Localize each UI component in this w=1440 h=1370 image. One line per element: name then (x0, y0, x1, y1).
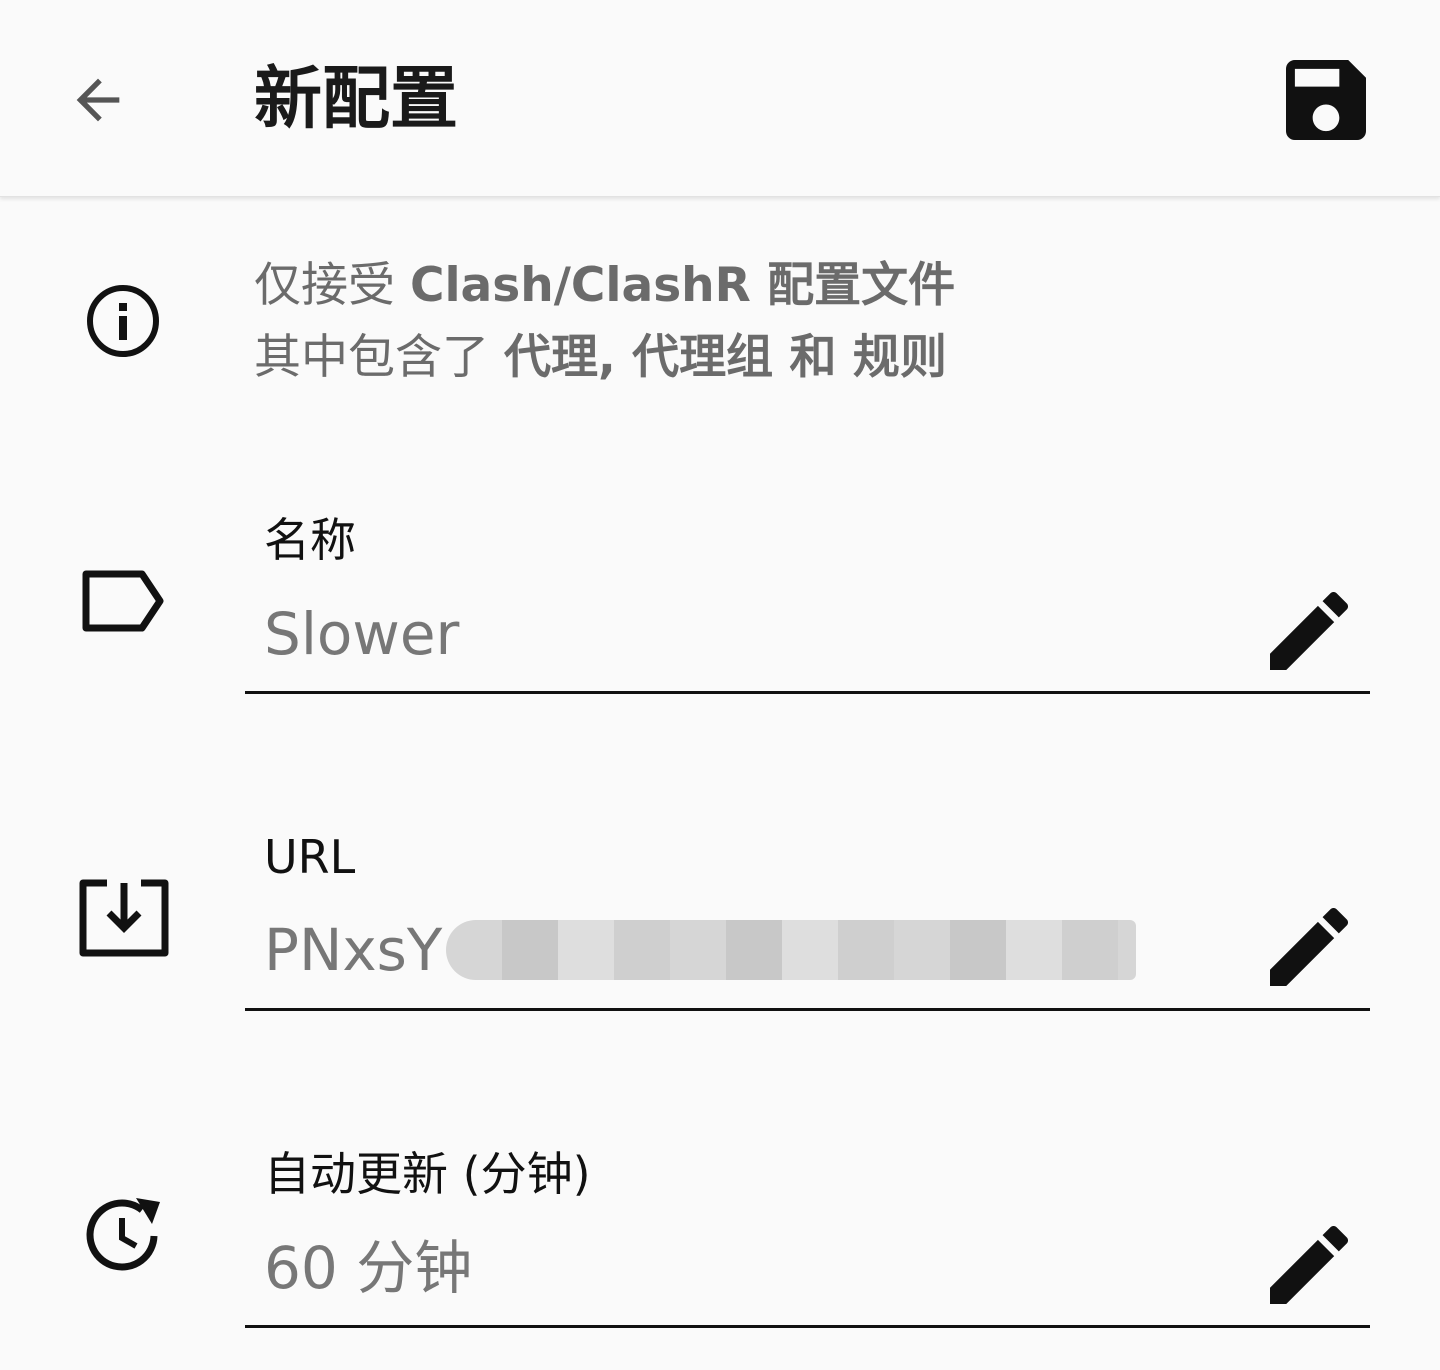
name-input[interactable]: Slower (264, 598, 459, 670)
back-button[interactable] (54, 56, 142, 144)
info-line-2-prefix: 其中包含了 (254, 330, 504, 385)
name-edit-button[interactable] (1264, 586, 1354, 676)
update-icon (68, 1180, 178, 1290)
auto-update-underline (245, 1325, 1370, 1328)
save-icon (1286, 60, 1366, 140)
url-edit-button[interactable] (1264, 902, 1354, 992)
save-button[interactable] (1276, 50, 1376, 150)
name-underline (245, 691, 1370, 694)
info-line-2: 其中包含了 代理, 代理组 和 规则 (254, 322, 1404, 394)
label-icon (68, 546, 178, 656)
download-icon (68, 864, 178, 974)
edit-icon (1270, 908, 1348, 986)
url-label: URL (264, 830, 356, 884)
info-icon (78, 276, 168, 366)
auto-update-edit-button[interactable] (1264, 1220, 1354, 1310)
info-line-1-prefix: 仅接受 (254, 258, 410, 313)
info-line-2-bold: 代理, 代理组 和 规则 (503, 330, 947, 385)
info-notice: 仅接受 Clash/ClashR 配置文件 其中包含了 代理, 代理组 和 规则 (254, 250, 1404, 394)
auto-update-label: 自动更新 (分钟) (264, 1147, 591, 1201)
page-title: 新配置 (254, 60, 459, 139)
arrow-back-icon (76, 78, 120, 122)
info-line-1: 仅接受 Clash/ClashR 配置文件 (254, 250, 1404, 322)
url-input[interactable]: PNxsY (264, 914, 442, 986)
info-line-1-bold: Clash/ClashR 配置文件 (409, 258, 956, 313)
app-bar: 新配置 (0, 0, 1440, 197)
url-underline (245, 1008, 1370, 1011)
redacted-url-mask (446, 920, 1136, 980)
auto-update-input[interactable]: 60 分钟 (264, 1232, 472, 1304)
edit-icon (1270, 592, 1348, 670)
edit-icon (1270, 1226, 1348, 1304)
name-label: 名称 (264, 513, 356, 567)
